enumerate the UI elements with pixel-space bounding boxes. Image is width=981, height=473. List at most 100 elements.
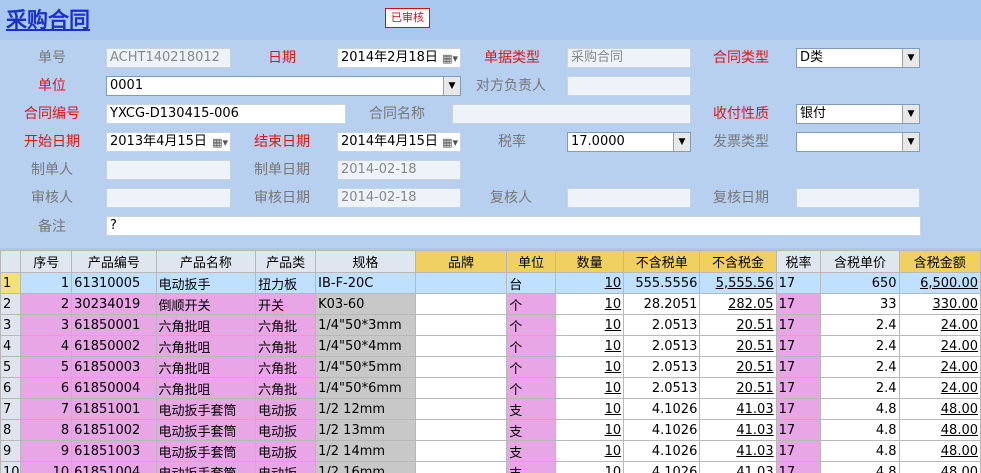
amount-excl-cell[interactable]: 20.51: [699, 377, 777, 399]
amount-incl-cell[interactable]: 48.00: [898, 461, 981, 473]
calendar-icon[interactable]: ▦▾: [442, 134, 458, 151]
unit-price-incl-cell[interactable]: 650: [820, 272, 900, 294]
invoice-type-select[interactable]: ▼: [796, 132, 920, 152]
quantity-cell[interactable]: 10: [555, 419, 625, 441]
chevron-down-icon[interactable]: ▼: [673, 133, 690, 151]
recheck-date-field[interactable]: [796, 188, 920, 208]
product-name-cell[interactable]: 六角批咀: [155, 314, 257, 336]
doc-no-field[interactable]: ACHT140218012: [106, 48, 231, 68]
unit-cell[interactable]: 个: [506, 335, 557, 357]
unit-price-incl-cell[interactable]: 4.8: [820, 419, 900, 441]
product-name-cell[interactable]: 电动扳手套筒: [155, 440, 257, 462]
table-row[interactable]: 101061851004电动扳手套筒电动扳1/2 16mm支104.102641…: [0, 461, 981, 473]
unit-price-excl-cell[interactable]: 2.0513: [623, 335, 701, 357]
unit-price-incl-cell[interactable]: 2.4: [820, 314, 900, 336]
col-header[interactable]: 产品编号: [71, 250, 157, 273]
tax-rate-select[interactable]: 17.0000 ▼: [567, 132, 691, 152]
quantity-cell[interactable]: 10: [555, 272, 625, 294]
row-number[interactable]: 3: [0, 314, 22, 336]
brand-cell[interactable]: [414, 398, 508, 420]
unit-cell[interactable]: 个: [506, 293, 557, 315]
product-category-cell[interactable]: 电动扳: [255, 398, 317, 420]
product-name-cell[interactable]: 倒顺开关: [155, 293, 257, 315]
seq-cell[interactable]: 4: [20, 335, 73, 357]
product-name-cell[interactable]: 六角批咀: [155, 335, 257, 357]
product-name-cell[interactable]: 电动扳手: [155, 272, 257, 294]
amount-excl-cell[interactable]: 41.03: [699, 398, 777, 420]
contract-name-field[interactable]: [452, 104, 691, 124]
unit-price-incl-cell[interactable]: 4.8: [820, 440, 900, 462]
tax-rate-cell[interactable]: 17: [775, 419, 822, 441]
table-row[interactable]: 7 7 61851001 电动扳手套筒 电动扳 1/2 12mm 支 10 4.1026 41.0…: [0, 398, 981, 420]
unit-price-incl-cell[interactable]: 4.8: [820, 398, 900, 420]
table-row[interactable]: 9 9 61851003 电动扳手套筒 电动扳 1/2 14mm 支 10 4.1026 41.0…: [0, 440, 981, 462]
brand-cell[interactable]: [414, 335, 508, 357]
chevron-down-icon[interactable]: ▼: [443, 77, 460, 95]
amount-excl-cell[interactable]: 20.51: [699, 335, 777, 357]
seq-cell[interactable]: 7: [20, 398, 73, 420]
col-header[interactable]: 数量: [555, 250, 625, 273]
table-row[interactable]: 4 4 61850002 六角批咀 六角批 1/4"50*4mm 个 10 2.0513 20.5…: [0, 335, 981, 357]
tax-rate-cell[interactable]: 17: [775, 377, 822, 399]
product-category-cell[interactable]: 扭力板: [255, 272, 317, 294]
unit-price-excl-cell[interactable]: 555.5556: [623, 272, 701, 294]
review-date-field[interactable]: 2014-02-18: [337, 188, 461, 208]
tax-rate-cell[interactable]: 17: [775, 398, 822, 420]
amount-excl-cell[interactable]: 282.05: [699, 293, 777, 315]
unit-price-excl-cell[interactable]: 4.1026: [623, 398, 701, 420]
amount-excl-cell[interactable]: 20.51: [699, 314, 777, 336]
row-number[interactable]: 1: [0, 272, 22, 294]
product-code-cell[interactable]: 61851001: [71, 398, 157, 420]
unit-cell[interactable]: 个: [506, 377, 557, 399]
unit-price-excl-cell[interactable]: 28.2051: [623, 293, 701, 315]
maker-field[interactable]: [106, 160, 231, 180]
spec-cell[interactable]: IB-F-20C: [315, 272, 416, 294]
calendar-icon[interactable]: ▦▾: [442, 50, 458, 67]
row-number[interactable]: 6: [0, 377, 22, 399]
date-picker[interactable]: 2014年2月18日 ▦▾: [337, 48, 461, 68]
quantity-cell[interactable]: 10: [555, 356, 625, 378]
seq-cell[interactable]: 6: [20, 377, 73, 399]
amount-incl-cell[interactable]: 48.00: [898, 398, 981, 420]
col-header[interactable]: 不含税金: [699, 250, 777, 273]
brand-cell[interactable]: [414, 314, 508, 336]
seq-cell[interactable]: 3: [20, 314, 73, 336]
brand-cell[interactable]: [414, 293, 508, 315]
unit-price-incl-cell[interactable]: 2.4: [820, 335, 900, 357]
end-date-picker[interactable]: 2014年4月15日 ▦▾: [337, 132, 461, 152]
amount-incl-cell[interactable]: 330.00: [898, 293, 981, 315]
chevron-down-icon[interactable]: ▼: [902, 133, 919, 151]
product-name-cell[interactable]: 电动扳手套筒: [155, 461, 257, 473]
tax-rate-cell[interactable]: 17: [775, 440, 822, 462]
amount-excl-cell[interactable]: 41.03: [699, 461, 777, 473]
amount-excl-cell[interactable]: 20.51: [699, 356, 777, 378]
spec-cell[interactable]: 1/2 16mm: [315, 461, 416, 473]
col-header[interactable]: 规格: [315, 250, 416, 273]
brand-cell[interactable]: [414, 377, 508, 399]
row-number[interactable]: 4: [0, 335, 22, 357]
row-number[interactable]: 5: [0, 356, 22, 378]
col-header[interactable]: 品牌: [414, 250, 508, 273]
col-header[interactable]: 含税金额: [898, 250, 981, 273]
amount-excl-cell[interactable]: 41.03: [699, 440, 777, 462]
col-header[interactable]: 产品名称: [155, 250, 257, 273]
spec-cell[interactable]: 1/4"50*6mm: [315, 377, 416, 399]
tax-rate-cell[interactable]: 17: [775, 314, 822, 336]
amount-incl-cell[interactable]: 24.00: [898, 314, 981, 336]
col-header[interactable]: 序号: [20, 250, 73, 273]
spec-cell[interactable]: 1/4"50*3mm: [315, 314, 416, 336]
contract-no-field[interactable]: YXCG-D130415-006: [106, 104, 346, 124]
unit-price-excl-cell[interactable]: 2.0513: [623, 356, 701, 378]
amount-incl-cell[interactable]: 24.00: [898, 335, 981, 357]
payment-select[interactable]: 银付 ▼: [796, 104, 920, 124]
unit-price-excl-cell[interactable]: 4.1026: [623, 440, 701, 462]
unit-price-incl-cell[interactable]: 4.8: [820, 461, 900, 473]
product-category-cell[interactable]: 六角批: [255, 335, 317, 357]
seq-cell[interactable]: 9: [20, 440, 73, 462]
unit-price-incl-cell[interactable]: 2.4: [820, 356, 900, 378]
amount-incl-cell[interactable]: 24.00: [898, 377, 981, 399]
col-header[interactable]: 单位: [506, 250, 557, 273]
product-category-cell[interactable]: 电动扳: [255, 440, 317, 462]
table-row[interactable]: 2 2 30234019 倒顺开关 开关 K03-60 个 10 28.2051 282.05 17…: [0, 293, 981, 315]
col-header[interactable]: 不含税单: [623, 250, 701, 273]
